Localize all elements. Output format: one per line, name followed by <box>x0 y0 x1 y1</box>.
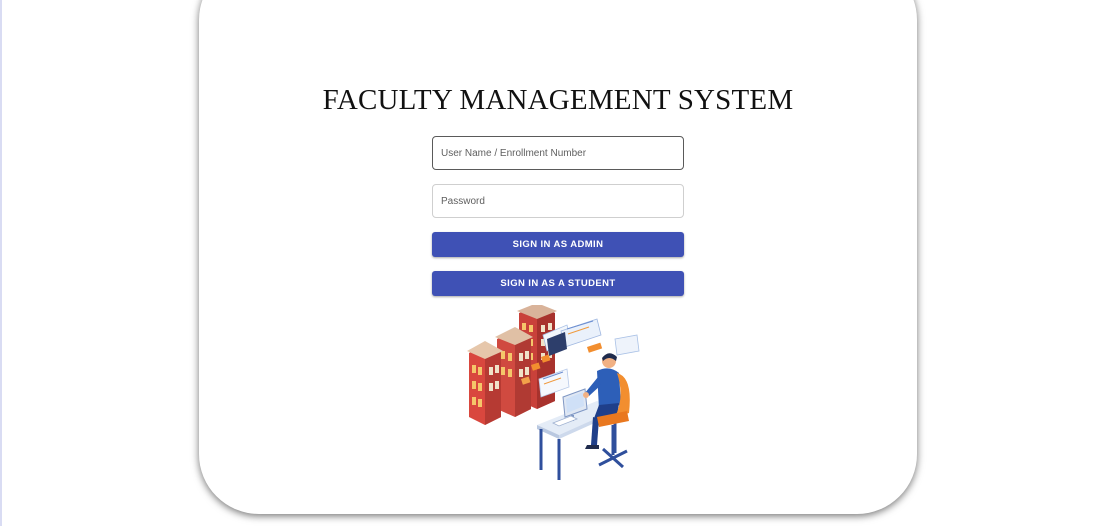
campus-illustration <box>467 303 652 495</box>
page-title: FACULTY MANAGEMENT SYSTEM <box>322 84 794 116</box>
password-input[interactable] <box>432 184 684 218</box>
sign-in-student-button[interactable]: SIGN IN AS A STUDENT <box>432 271 684 296</box>
sign-in-admin-button[interactable]: SIGN IN AS ADMIN <box>432 232 684 257</box>
page-left-edge <box>0 0 2 526</box>
username-input[interactable] <box>432 136 684 170</box>
building-and-computer-icon <box>467 303 640 480</box>
login-card: FACULTY MANAGEMENT SYSTEM SIGN IN AS ADM… <box>199 0 917 514</box>
